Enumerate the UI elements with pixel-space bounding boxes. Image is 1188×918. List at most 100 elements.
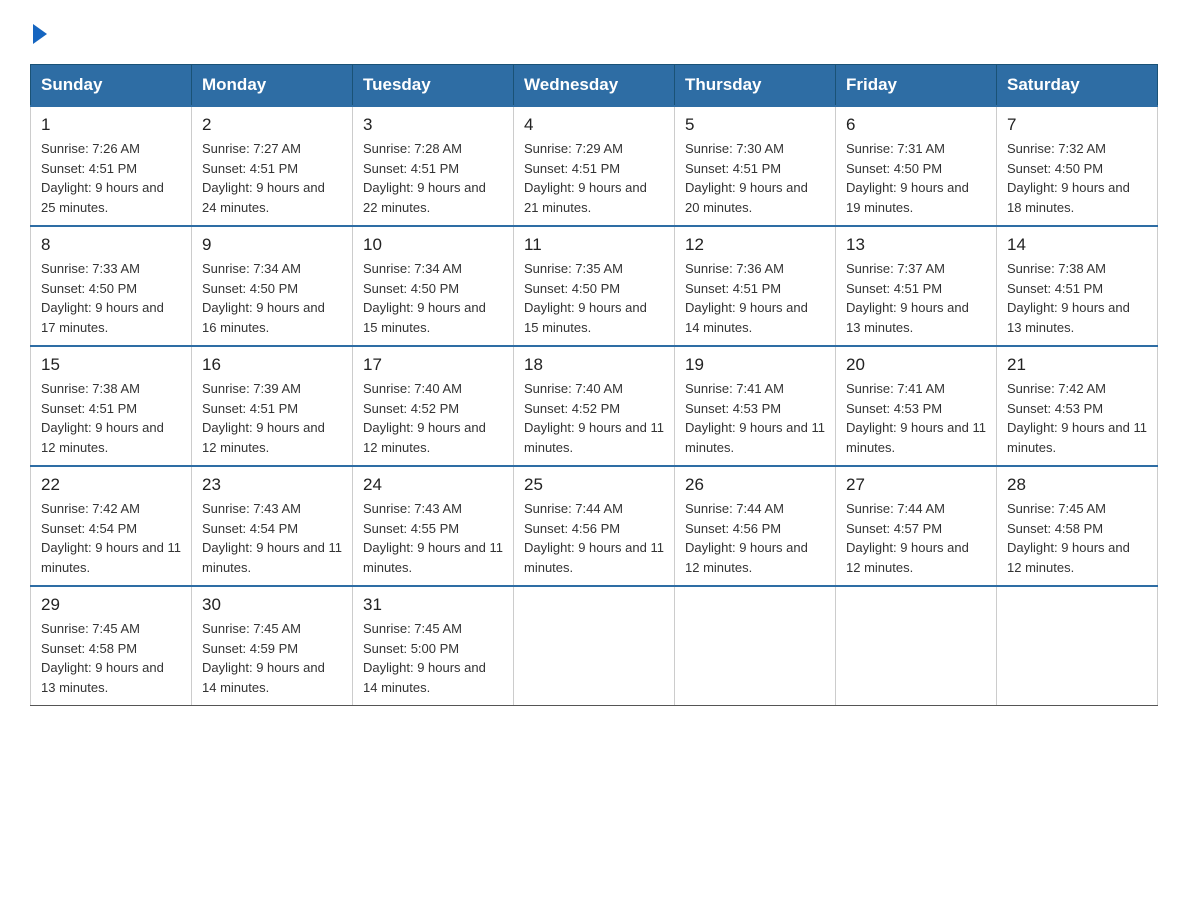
day-number: 7: [1007, 115, 1147, 135]
calendar-day-29: 29 Sunrise: 7:45 AM Sunset: 4:58 PM Dayl…: [31, 586, 192, 706]
day-info: Sunrise: 7:31 AM Sunset: 4:50 PM Dayligh…: [846, 139, 986, 217]
day-number: 28: [1007, 475, 1147, 495]
calendar-day-13: 13 Sunrise: 7:37 AM Sunset: 4:51 PM Dayl…: [836, 226, 997, 346]
day-number: 25: [524, 475, 664, 495]
day-info: Sunrise: 7:44 AM Sunset: 4:56 PM Dayligh…: [685, 499, 825, 577]
day-number: 22: [41, 475, 181, 495]
day-number: 1: [41, 115, 181, 135]
day-number: 15: [41, 355, 181, 375]
day-number: 30: [202, 595, 342, 615]
day-number: 20: [846, 355, 986, 375]
calendar-day-8: 8 Sunrise: 7:33 AM Sunset: 4:50 PM Dayli…: [31, 226, 192, 346]
logo-arrow-icon: [33, 24, 47, 44]
day-info: Sunrise: 7:34 AM Sunset: 4:50 PM Dayligh…: [202, 259, 342, 337]
calendar-day-6: 6 Sunrise: 7:31 AM Sunset: 4:50 PM Dayli…: [836, 106, 997, 226]
calendar-day-30: 30 Sunrise: 7:45 AM Sunset: 4:59 PM Dayl…: [192, 586, 353, 706]
day-info: Sunrise: 7:45 AM Sunset: 4:59 PM Dayligh…: [202, 619, 342, 697]
calendar-day-27: 27 Sunrise: 7:44 AM Sunset: 4:57 PM Dayl…: [836, 466, 997, 586]
calendar-day-7: 7 Sunrise: 7:32 AM Sunset: 4:50 PM Dayli…: [997, 106, 1158, 226]
calendar-day-23: 23 Sunrise: 7:43 AM Sunset: 4:54 PM Dayl…: [192, 466, 353, 586]
calendar-day-5: 5 Sunrise: 7:30 AM Sunset: 4:51 PM Dayli…: [675, 106, 836, 226]
day-info: Sunrise: 7:35 AM Sunset: 4:50 PM Dayligh…: [524, 259, 664, 337]
calendar-day-20: 20 Sunrise: 7:41 AM Sunset: 4:53 PM Dayl…: [836, 346, 997, 466]
empty-cell: [514, 586, 675, 706]
day-number: 19: [685, 355, 825, 375]
day-info: Sunrise: 7:45 AM Sunset: 5:00 PM Dayligh…: [363, 619, 503, 697]
day-number: 11: [524, 235, 664, 255]
calendar-day-14: 14 Sunrise: 7:38 AM Sunset: 4:51 PM Dayl…: [997, 226, 1158, 346]
day-number: 26: [685, 475, 825, 495]
calendar-day-15: 15 Sunrise: 7:38 AM Sunset: 4:51 PM Dayl…: [31, 346, 192, 466]
day-number: 14: [1007, 235, 1147, 255]
day-number: 31: [363, 595, 503, 615]
calendar-day-19: 19 Sunrise: 7:41 AM Sunset: 4:53 PM Dayl…: [675, 346, 836, 466]
day-number: 23: [202, 475, 342, 495]
calendar-day-9: 9 Sunrise: 7:34 AM Sunset: 4:50 PM Dayli…: [192, 226, 353, 346]
day-info: Sunrise: 7:44 AM Sunset: 4:57 PM Dayligh…: [846, 499, 986, 577]
day-info: Sunrise: 7:26 AM Sunset: 4:51 PM Dayligh…: [41, 139, 181, 217]
day-number: 24: [363, 475, 503, 495]
day-number: 18: [524, 355, 664, 375]
day-info: Sunrise: 7:27 AM Sunset: 4:51 PM Dayligh…: [202, 139, 342, 217]
header-wednesday: Wednesday: [514, 65, 675, 107]
day-info: Sunrise: 7:30 AM Sunset: 4:51 PM Dayligh…: [685, 139, 825, 217]
day-info: Sunrise: 7:34 AM Sunset: 4:50 PM Dayligh…: [363, 259, 503, 337]
day-number: 8: [41, 235, 181, 255]
calendar-day-28: 28 Sunrise: 7:45 AM Sunset: 4:58 PM Dayl…: [997, 466, 1158, 586]
header-tuesday: Tuesday: [353, 65, 514, 107]
logo: [30, 20, 47, 44]
day-info: Sunrise: 7:44 AM Sunset: 4:56 PM Dayligh…: [524, 499, 664, 577]
day-info: Sunrise: 7:38 AM Sunset: 4:51 PM Dayligh…: [1007, 259, 1147, 337]
calendar-day-17: 17 Sunrise: 7:40 AM Sunset: 4:52 PM Dayl…: [353, 346, 514, 466]
day-number: 10: [363, 235, 503, 255]
day-info: Sunrise: 7:41 AM Sunset: 4:53 PM Dayligh…: [846, 379, 986, 457]
empty-cell: [675, 586, 836, 706]
calendar-day-16: 16 Sunrise: 7:39 AM Sunset: 4:51 PM Dayl…: [192, 346, 353, 466]
day-info: Sunrise: 7:41 AM Sunset: 4:53 PM Dayligh…: [685, 379, 825, 457]
day-number: 2: [202, 115, 342, 135]
calendar-day-1: 1 Sunrise: 7:26 AM Sunset: 4:51 PM Dayli…: [31, 106, 192, 226]
day-info: Sunrise: 7:43 AM Sunset: 4:54 PM Dayligh…: [202, 499, 342, 577]
day-number: 13: [846, 235, 986, 255]
calendar-day-31: 31 Sunrise: 7:45 AM Sunset: 5:00 PM Dayl…: [353, 586, 514, 706]
day-info: Sunrise: 7:28 AM Sunset: 4:51 PM Dayligh…: [363, 139, 503, 217]
day-info: Sunrise: 7:29 AM Sunset: 4:51 PM Dayligh…: [524, 139, 664, 217]
day-info: Sunrise: 7:45 AM Sunset: 4:58 PM Dayligh…: [1007, 499, 1147, 577]
calendar-day-25: 25 Sunrise: 7:44 AM Sunset: 4:56 PM Dayl…: [514, 466, 675, 586]
day-info: Sunrise: 7:33 AM Sunset: 4:50 PM Dayligh…: [41, 259, 181, 337]
header-thursday: Thursday: [675, 65, 836, 107]
calendar-day-2: 2 Sunrise: 7:27 AM Sunset: 4:51 PM Dayli…: [192, 106, 353, 226]
header-monday: Monday: [192, 65, 353, 107]
calendar-day-10: 10 Sunrise: 7:34 AM Sunset: 4:50 PM Dayl…: [353, 226, 514, 346]
header-friday: Friday: [836, 65, 997, 107]
header-saturday: Saturday: [997, 65, 1158, 107]
day-info: Sunrise: 7:39 AM Sunset: 4:51 PM Dayligh…: [202, 379, 342, 457]
calendar-day-12: 12 Sunrise: 7:36 AM Sunset: 4:51 PM Dayl…: [675, 226, 836, 346]
day-number: 5: [685, 115, 825, 135]
day-info: Sunrise: 7:37 AM Sunset: 4:51 PM Dayligh…: [846, 259, 986, 337]
day-number: 6: [846, 115, 986, 135]
day-info: Sunrise: 7:32 AM Sunset: 4:50 PM Dayligh…: [1007, 139, 1147, 217]
day-info: Sunrise: 7:45 AM Sunset: 4:58 PM Dayligh…: [41, 619, 181, 697]
calendar-day-26: 26 Sunrise: 7:44 AM Sunset: 4:56 PM Dayl…: [675, 466, 836, 586]
calendar-day-18: 18 Sunrise: 7:40 AM Sunset: 4:52 PM Dayl…: [514, 346, 675, 466]
day-number: 9: [202, 235, 342, 255]
day-info: Sunrise: 7:43 AM Sunset: 4:55 PM Dayligh…: [363, 499, 503, 577]
calendar-day-21: 21 Sunrise: 7:42 AM Sunset: 4:53 PM Dayl…: [997, 346, 1158, 466]
day-info: Sunrise: 7:36 AM Sunset: 4:51 PM Dayligh…: [685, 259, 825, 337]
day-info: Sunrise: 7:38 AM Sunset: 4:51 PM Dayligh…: [41, 379, 181, 457]
calendar-day-24: 24 Sunrise: 7:43 AM Sunset: 4:55 PM Dayl…: [353, 466, 514, 586]
day-info: Sunrise: 7:40 AM Sunset: 4:52 PM Dayligh…: [524, 379, 664, 457]
page-header: [30, 20, 1158, 44]
day-info: Sunrise: 7:42 AM Sunset: 4:53 PM Dayligh…: [1007, 379, 1147, 457]
empty-cell: [836, 586, 997, 706]
day-number: 12: [685, 235, 825, 255]
calendar-day-3: 3 Sunrise: 7:28 AM Sunset: 4:51 PM Dayli…: [353, 106, 514, 226]
day-number: 4: [524, 115, 664, 135]
day-number: 17: [363, 355, 503, 375]
calendar-day-11: 11 Sunrise: 7:35 AM Sunset: 4:50 PM Dayl…: [514, 226, 675, 346]
day-info: Sunrise: 7:40 AM Sunset: 4:52 PM Dayligh…: [363, 379, 503, 457]
day-number: 27: [846, 475, 986, 495]
calendar-table: SundayMondayTuesdayWednesdayThursdayFrid…: [30, 64, 1158, 706]
day-number: 3: [363, 115, 503, 135]
